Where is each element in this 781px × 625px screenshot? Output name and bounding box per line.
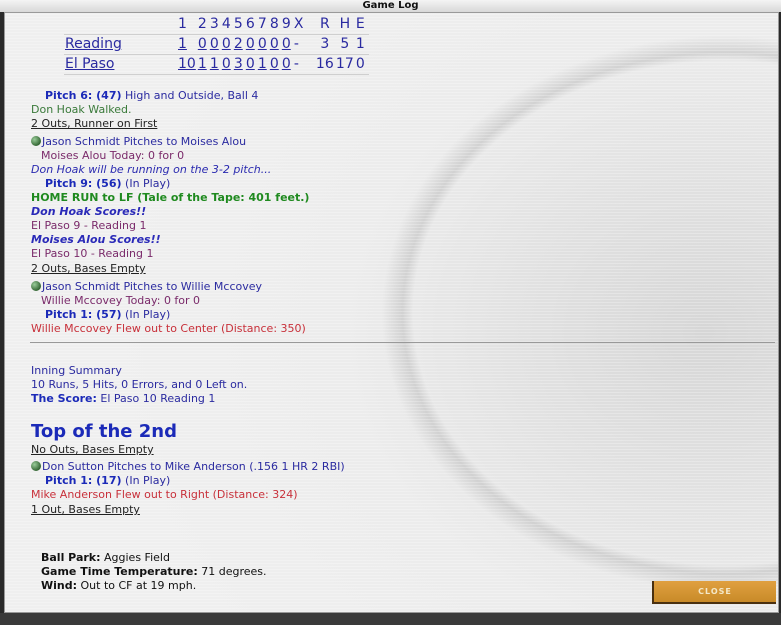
hits-header: H [334, 14, 355, 35]
bottom-strip [0, 613, 781, 625]
inning-score[interactable]: 0 [246, 36, 255, 52]
inning-score[interactable]: 0 [210, 36, 219, 52]
wind: Wind: Out to CF at 19 mph. [41, 579, 197, 592]
pitch-line: Pitch 6: (47) High and Outside, Ball 4 [45, 89, 259, 102]
score-summary: The Score: El Paso 10 Reading 1 [31, 392, 216, 405]
inning-score[interactable]: 0 [222, 56, 231, 72]
inning-header: 8 [268, 14, 281, 35]
inning-header: X [292, 14, 315, 35]
scoreboard: 1 2 3 4 5 6 7 8 9 X R H E Reading 1 0 0 … [64, 14, 369, 75]
inning-score[interactable]: 1 [198, 56, 207, 72]
inning-score[interactable]: 10 [178, 56, 196, 72]
inning-header: 9 [280, 14, 293, 35]
baseball-icon [31, 136, 41, 146]
inning-header: 5 [232, 14, 245, 35]
divider [30, 342, 775, 343]
inning-score[interactable]: 0 [222, 36, 231, 52]
inning-header: 1 [177, 14, 197, 35]
inning-score: - [292, 54, 315, 75]
inning-header: 4 [220, 14, 233, 35]
inning-score[interactable]: 2 [234, 36, 243, 52]
play-result: Mike Anderson Flew out to Right (Distanc… [31, 488, 298, 501]
team-link[interactable]: Reading [65, 36, 122, 52]
inning-header: 7 [256, 14, 269, 35]
scores-line: Don Hoak Scores!! [31, 205, 147, 218]
inning-score: - [292, 34, 315, 55]
play-result: Willie Mccovey Flew out to Center (Dista… [31, 322, 306, 335]
inning-score[interactable]: 1 [258, 56, 267, 72]
scoreboard-header: 1 2 3 4 5 6 7 8 9 X R H E [64, 14, 369, 35]
inning-score[interactable]: 0 [282, 56, 291, 72]
scores-line: Moises Alou Scores!! [31, 233, 161, 246]
close-button[interactable]: CLOSE [652, 581, 776, 604]
baseball-icon [31, 461, 41, 471]
runs: 3 [314, 34, 335, 55]
inning-score[interactable]: 0 [198, 36, 207, 52]
matchup-line: Jason Schmidt Pitches to Moises Alou [31, 135, 246, 148]
hits: 17 [334, 54, 355, 75]
temperature: Game Time Temperature: 71 degrees. [41, 565, 267, 578]
inning-summary-title: Inning Summary [31, 364, 122, 377]
base-state: 2 Outs, Bases Empty [31, 262, 146, 275]
scoreboard-row: Reading 1 0 0 0 2 0 0 0 0 - 3 5 1 [64, 34, 369, 55]
inning-score[interactable]: 1 [210, 56, 219, 72]
matchup-line: Don Sutton Pitches to Mike Anderson (.15… [31, 460, 345, 473]
play-result: Don Hoak Walked. [31, 103, 132, 116]
errors-header: E [354, 14, 369, 35]
matchup-line: Jason Schmidt Pitches to Willie Mccovey [31, 280, 262, 293]
inning-score[interactable]: 0 [258, 36, 267, 52]
inning-summary-line: 10 Runs, 5 Hits, 0 Errors, and 0 Left on… [31, 378, 248, 391]
base-state: 2 Outs, Runner on First [31, 117, 158, 130]
inning-heading: Top of the 2nd [31, 421, 177, 442]
base-state: 1 Out, Bases Empty [31, 503, 140, 516]
batter-today: Willie Mccovey Today: 0 for 0 [41, 294, 201, 307]
ball-park: Ball Park: Aggies Field [41, 551, 170, 564]
inning-score[interactable]: 0 [270, 56, 279, 72]
inning-score[interactable]: 3 [234, 56, 243, 72]
home-run-line: HOME RUN to LF (Tale of the Tape: 401 fe… [31, 191, 310, 204]
runs-header: R [314, 14, 335, 35]
inning-header: 3 [208, 14, 221, 35]
score-update: El Paso 9 - Reading 1 [31, 219, 147, 232]
pitch-line: Pitch 9: (56) (In Play) [45, 177, 171, 190]
pitch-line: Pitch 1: (57) (In Play) [45, 308, 171, 321]
scoreboard-row: El Paso 10 1 1 0 3 0 1 0 0 - 16 17 0 [64, 54, 369, 75]
team-link[interactable]: El Paso [65, 56, 114, 72]
errors: 0 [354, 54, 369, 75]
inning-header: 6 [244, 14, 257, 35]
baseball-icon [31, 281, 41, 291]
inning-score[interactable]: 1 [178, 36, 187, 52]
batter-today: Moises Alou Today: 0 for 0 [41, 149, 185, 162]
hits: 5 [334, 34, 355, 55]
inning-score[interactable]: 0 [282, 36, 291, 52]
base-state: No Outs, Bases Empty [31, 443, 154, 456]
inning-header: 2 [196, 14, 209, 35]
window-title: Game Log [0, 0, 781, 12]
runs: 16 [314, 54, 335, 75]
errors: 1 [354, 34, 369, 55]
score-update: El Paso 10 - Reading 1 [31, 247, 154, 260]
inning-score[interactable]: 0 [270, 36, 279, 52]
inning-score[interactable]: 0 [246, 56, 255, 72]
pitch-line: Pitch 1: (17) (In Play) [45, 474, 171, 487]
runner-note: Don Hoak will be running on the 3-2 pitc… [31, 163, 272, 176]
